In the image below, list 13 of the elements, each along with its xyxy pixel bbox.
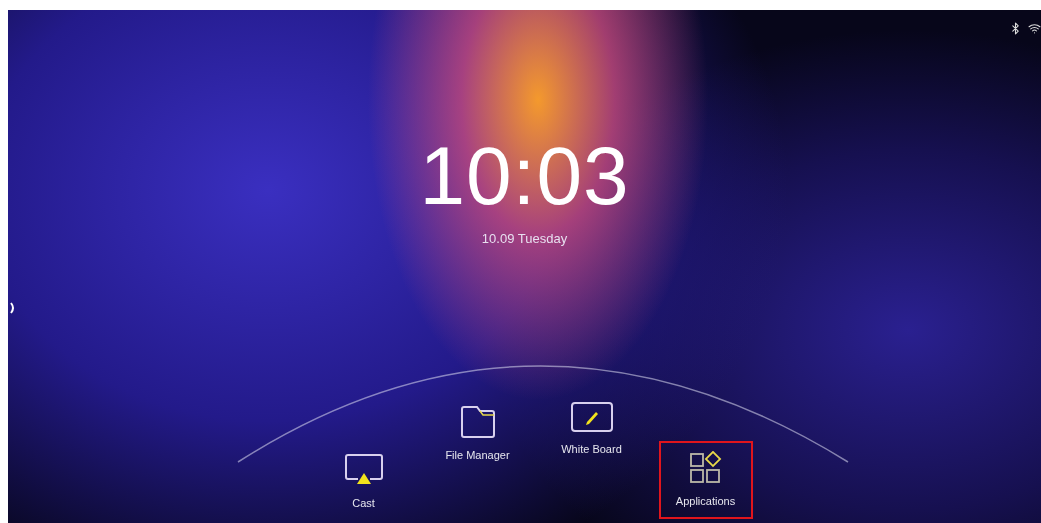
apps-grid-icon <box>688 451 723 485</box>
dock-app[interactable]: File Manager <box>430 395 525 471</box>
wifi-icon <box>1028 22 1041 35</box>
dock-app[interactable]: Applications <box>658 441 753 519</box>
cast-icon <box>343 453 384 487</box>
edge-handle-icon[interactable] <box>10 302 16 314</box>
bluetooth-icon <box>1009 22 1022 35</box>
clock-time: 10:03 <box>419 135 630 217</box>
whiteboard-pencil-icon <box>569 401 614 433</box>
dock-app[interactable]: White Board <box>544 391 639 467</box>
folder-icon <box>458 405 497 439</box>
dock-app[interactable]: Cast <box>316 443 411 519</box>
clock-date: 10.09 Tuesday <box>481 231 568 246</box>
